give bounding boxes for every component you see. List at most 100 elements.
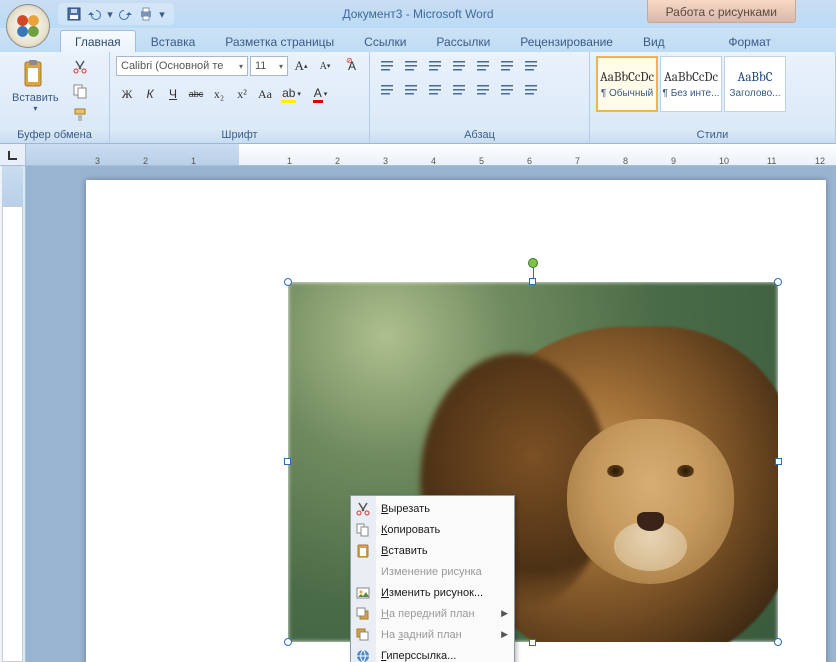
resize-handle-l[interactable] [284,458,291,465]
ctx-paste-icon[interactable]: Вставить [351,540,514,561]
dropdown-arrow-icon: ▾ [279,62,283,71]
bold-button[interactable]: Ж [116,84,138,104]
format-painter-button[interactable] [69,104,91,126]
style-item[interactable]: AaBbCЗаголово... [724,56,786,112]
paste-icon [355,543,371,559]
submenu-arrow-icon: ▶ [501,629,508,640]
resize-handle-t[interactable] [529,278,536,285]
resize-handle-bl[interactable] [284,638,292,646]
ctx-send-back-icon: На задний план ▶ [351,624,514,645]
paste-button[interactable]: Вставить ▾ [6,56,65,115]
redo-icon[interactable] [118,6,134,22]
ctx-label: Вставить [381,545,428,557]
resize-handle-tr[interactable] [774,278,782,286]
line-spacing-button[interactable] [472,80,494,100]
align-left-icon [379,82,395,98]
sort-button[interactable] [496,56,518,76]
ctx-label: Копировать [381,524,440,536]
clear-formatting-button[interactable]: ⊘A [338,56,366,76]
align-center-button[interactable] [400,80,422,100]
qat-customize-icon[interactable]: ▾ [158,6,166,22]
ctx-label: На задний план [381,629,462,641]
group-label-clipboard: Буфер обмена [0,127,109,143]
bullets-button[interactable] [376,56,398,76]
superscript-button[interactable]: x² [231,84,253,104]
font-color-button[interactable]: A▾ [306,84,334,104]
ctx-change-picture-icon[interactable]: Изменить рисунок... [351,582,514,603]
vertical-ruler[interactable] [0,166,26,662]
ctx-cut-icon[interactable]: Вырезать [351,498,514,519]
justify-button[interactable] [448,80,470,100]
sort-icon [499,58,515,74]
submenu-arrow-icon: ▶ [501,608,508,619]
send-back-icon [355,627,371,643]
save-icon[interactable] [66,6,82,22]
resize-handle-r[interactable] [775,458,782,465]
shrink-font-button[interactable]: A▾ [314,56,336,76]
cut-button[interactable] [69,56,91,78]
align-right-button[interactable] [424,80,446,100]
change-picture-icon [355,585,371,601]
ctx-copy-icon[interactable]: Копировать [351,519,514,540]
tab-view[interactable]: Вид [628,30,680,52]
increase-indent-button[interactable] [472,56,494,76]
resize-handle-br[interactable] [774,638,782,646]
decrease-indent-button[interactable] [448,56,470,76]
ruler-corner[interactable] [0,144,26,165]
show-marks-button[interactable] [520,56,542,76]
ctx-label: Вырезать [381,503,430,515]
ctx-hyperlink-icon[interactable]: Гиперссылка... [351,645,514,662]
tab-references[interactable]: Ссылки [349,30,421,52]
change-case-button[interactable]: Aa [254,84,276,104]
show-marks-icon [523,58,539,74]
hyperlink-icon [355,648,371,662]
document-canvas[interactable]: Вырезать Копировать Вставить Изменение рису… [26,166,836,662]
tab-selector-icon [6,148,20,162]
group-label-paragraph: Абзац [370,127,589,143]
borders-button[interactable] [520,80,542,100]
tab-format[interactable]: Формат [713,30,786,52]
align-left-button[interactable] [376,80,398,100]
subscript-button[interactable]: x₂ [208,84,230,104]
shading-icon [499,82,515,98]
shading-button[interactable] [496,80,518,100]
print-preview-icon[interactable] [138,6,154,22]
group-label-font: Шрифт [110,127,369,143]
ctx-изменение-рисунка: Изменение рисунка [351,561,514,582]
font-size-combo[interactable]: 11▾ [250,56,288,76]
horizontal-ruler[interactable]: 321123456789101112 [26,144,836,165]
increase-indent-icon [475,58,491,74]
strikethrough-button[interactable]: abc [185,84,207,104]
style-item[interactable]: AaBbCcDc¶ Обычный [596,56,658,112]
undo-icon[interactable] [86,6,102,22]
ctx-bring-front-icon: На передний план▶ [351,603,514,624]
tab-insert[interactable]: Вставка [136,30,211,52]
picture-tools-label: Работа с рисунками [647,0,796,23]
window-title: Документ3 - Microsoft Word [342,7,493,21]
resize-handle-tl[interactable] [284,278,292,286]
grow-font-button[interactable]: A▴ [290,56,312,76]
align-right-icon [427,82,443,98]
rotation-handle[interactable] [528,258,538,268]
multilevel-button[interactable] [424,56,446,76]
tab-page-layout[interactable]: Разметка страницы [210,30,349,52]
copy-button[interactable] [69,80,91,102]
numbering-icon [403,58,419,74]
group-label-styles: Стили [590,127,835,143]
style-item[interactable]: AaBbCcDc¶ Без инте... [660,56,722,112]
paste-label: Вставить [12,92,59,104]
numbering-button[interactable] [400,56,422,76]
underline-button[interactable]: Ч [162,84,184,104]
cut-icon [355,501,371,517]
highlight-button[interactable]: ab▾ [277,84,305,104]
font-name-combo[interactable]: Calibri (Основной те▾ [116,56,248,76]
tab-home[interactable]: Главная [60,30,136,52]
quick-access-toolbar: ▾ ▾ [58,3,174,25]
justify-icon [451,82,467,98]
office-button[interactable] [6,4,50,48]
tab-mailings[interactable]: Рассылки [421,30,505,52]
italic-button[interactable]: К [139,84,161,104]
resize-handle-b[interactable] [529,639,536,646]
undo-dropdown-icon[interactable]: ▾ [106,6,114,22]
tab-review[interactable]: Рецензирование [505,30,628,52]
